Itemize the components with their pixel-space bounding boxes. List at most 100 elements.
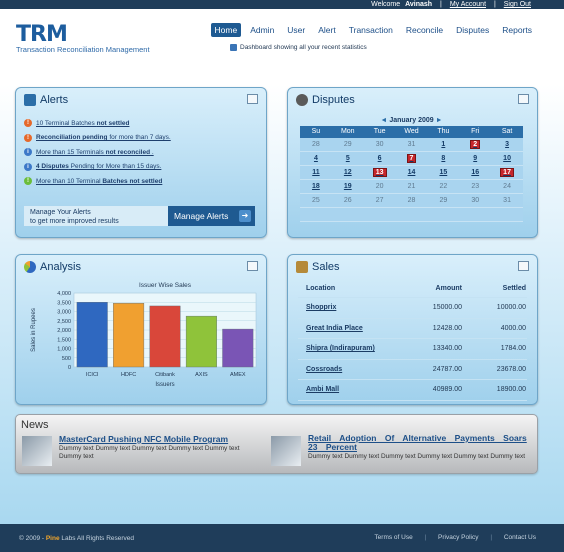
calendar-day[interactable]: 16: [459, 166, 492, 180]
calendar-day[interactable]: 9: [459, 152, 492, 166]
calendar-day[interactable]: 14: [395, 166, 428, 180]
nav-admin[interactable]: Admin: [246, 23, 278, 37]
alerts-icon: [24, 94, 36, 106]
alert-item[interactable]: ! Reconciliation pending for more than 7 …: [24, 131, 259, 146]
sales-amount: 40989.00: [432, 386, 462, 393]
analysis-title-text: Analysis: [40, 261, 81, 273]
calendar-day-dispute[interactable]: 17: [491, 166, 523, 180]
calendar-day: [459, 208, 492, 222]
calendar-day-number: 17: [500, 168, 514, 177]
nav-reconcile[interactable]: Reconcile: [402, 23, 447, 37]
terms-link[interactable]: Terms of Use: [374, 534, 412, 541]
manage-alerts-text: Manage Your Alerts to get more improved …: [30, 208, 119, 226]
alert-text-bold: Reconciliation pending: [36, 134, 108, 142]
copyright: © 2009 - Pine Labs All Rights Reserved: [19, 535, 134, 542]
next-month-icon[interactable]: ►: [436, 117, 443, 124]
alert-text[interactable]: 10 Terminal Batches not settled: [36, 120, 129, 127]
sales-amount: 12428.00: [432, 324, 462, 332]
nav-alert[interactable]: Alert: [314, 23, 339, 37]
disputes-panel: Disputes ◄ January 2009 ► Su Mon Tue Wed Thu…: [287, 87, 538, 238]
prev-month-icon[interactable]: ◄: [380, 117, 387, 124]
manage-alerts-button[interactable]: Manage Alerts ➜: [168, 206, 255, 226]
sales-panel: Sales Location Amount Settled Shopprix 15…: [287, 254, 538, 405]
calendar-day[interactable]: 6: [363, 152, 396, 166]
alert-item[interactable]: i 4 Disputes Pending for More than 15 day…: [24, 160, 259, 175]
my-account-link[interactable]: My Account: [450, 1, 486, 8]
sales-location-link[interactable]: Great India Place: [298, 319, 396, 339]
alert-item[interactable]: i More than 15 Terminals not reconciled .: [24, 145, 259, 160]
disputes-title-text: Disputes: [312, 94, 355, 106]
news-body: Dummy text Dummy text Dummy text Dummy t…: [308, 453, 526, 460]
maximize-icon[interactable]: [247, 94, 258, 104]
calendar-day: 31: [491, 194, 523, 208]
maximize-icon[interactable]: [247, 261, 258, 271]
alert-item[interactable]: ! More than 10 Terminal Batches not settl…: [24, 174, 259, 189]
alert-text[interactable]: 4 Disputes Pending for More than 15 days…: [36, 163, 161, 170]
nav-transaction[interactable]: Transaction: [345, 23, 397, 37]
analysis-title: Analysis: [24, 261, 81, 273]
news-headline[interactable]: MasterCard Pushing NFC Mobile Program: [59, 434, 228, 444]
footer: © 2009 - Pine Labs All Rights Reserved T…: [0, 524, 564, 552]
sales-amount: 15000.00: [432, 304, 462, 311]
dashboard-content: Alerts ! 10 Terminal Batches not settled!…: [0, 84, 564, 524]
sales-location-link[interactable]: Shipra (Indirapuram): [298, 339, 396, 359]
calendar-day-dispute[interactable]: 7: [395, 152, 428, 166]
calendar-day[interactable]: 12: [331, 166, 364, 180]
sales-icon: [296, 261, 308, 273]
news-headline[interactable]: Retail Adoption Of Alternative Payments …: [308, 434, 528, 452]
table-row: Great India Place 12428.00 4000.00: [298, 319, 527, 339]
calendar-day: 23: [459, 180, 492, 194]
calendar-day[interactable]: 11: [300, 166, 332, 180]
sales-location-link[interactable]: Cossroads: [298, 360, 396, 380]
alert-text-pre: More than 10 Terminal: [36, 177, 103, 185]
calendar-day[interactable]: 4: [300, 152, 332, 166]
calendar-day[interactable]: 10: [491, 152, 523, 166]
table-row: Cossroads 24787.00 23678.00: [298, 360, 527, 380]
calendar-day: [331, 208, 364, 222]
alert-item[interactable]: ! 10 Terminal Batches not settled: [24, 116, 259, 131]
nav-disputes[interactable]: Disputes: [452, 23, 493, 37]
calendar-day[interactable]: 5: [331, 152, 364, 166]
sales-title-text: Sales: [312, 261, 340, 273]
calendar-day[interactable]: 3: [491, 138, 523, 152]
sales-location-link[interactable]: Ambi Mall: [298, 380, 396, 400]
alert-list: ! 10 Terminal Batches not settled! Reconci…: [24, 116, 259, 189]
calendar-day-number: 13: [372, 168, 387, 177]
calendar-day-dispute[interactable]: 13: [363, 166, 396, 180]
maximize-icon[interactable]: [518, 94, 529, 104]
y-tick-label: 3,500: [57, 300, 71, 306]
alert-text[interactable]: More than 15 Terminals not reconciled .: [36, 149, 154, 156]
calendar-day: 22: [427, 180, 460, 194]
alert-text-pre: More than 15 Terminals: [36, 148, 106, 156]
alert-text[interactable]: Reconciliation pending for more than 7 d…: [36, 134, 171, 141]
calendar-day[interactable]: 19: [331, 180, 364, 194]
privacy-link[interactable]: Privacy Policy: [438, 534, 478, 541]
calendar-day[interactable]: 8: [427, 152, 460, 166]
alert-text[interactable]: More than 10 Terminal Batches not settle…: [36, 178, 162, 185]
chart-bar: [113, 302, 145, 368]
calendar-day[interactable]: 18: [300, 180, 332, 194]
sales-amount: 24787.00: [432, 365, 462, 373]
calendar-day: 28: [300, 138, 332, 152]
news-thumbnail: [22, 436, 52, 466]
sign-out-link[interactable]: Sign Out: [504, 1, 531, 8]
arrow-right-icon: ➜: [239, 210, 251, 222]
top-bar: Welcome Avinash | My Account | Sign Out: [0, 0, 564, 9]
calendar-day: [363, 208, 396, 222]
pie-chart-icon: [24, 261, 36, 273]
sales-settled: 4000.00: [500, 324, 526, 332]
sales-location-link[interactable]: Shopprix: [298, 298, 396, 318]
calendar-month: January 2009: [389, 117, 434, 124]
nav-user[interactable]: User: [283, 23, 309, 37]
maximize-icon[interactable]: [518, 261, 529, 271]
calendar-grid: Su Mon Tue Wed Thu Fri Sat 28 29 30 31 1 2 3 4 5 6 7 8 9 10 1…: [300, 126, 523, 222]
nav-home[interactable]: Home: [210, 23, 242, 37]
contact-link[interactable]: Contact Us: [504, 534, 536, 541]
logo[interactable]: TRM: [16, 22, 68, 47]
calendar-day-dispute[interactable]: 2: [459, 138, 492, 152]
chart-bar: [222, 328, 254, 368]
nav-reports[interactable]: Reports: [498, 23, 536, 37]
calendar-day[interactable]: 15: [427, 166, 460, 180]
calendar-day[interactable]: 1: [427, 138, 460, 152]
welcome-text: Welcome Avinash: [368, 1, 432, 8]
